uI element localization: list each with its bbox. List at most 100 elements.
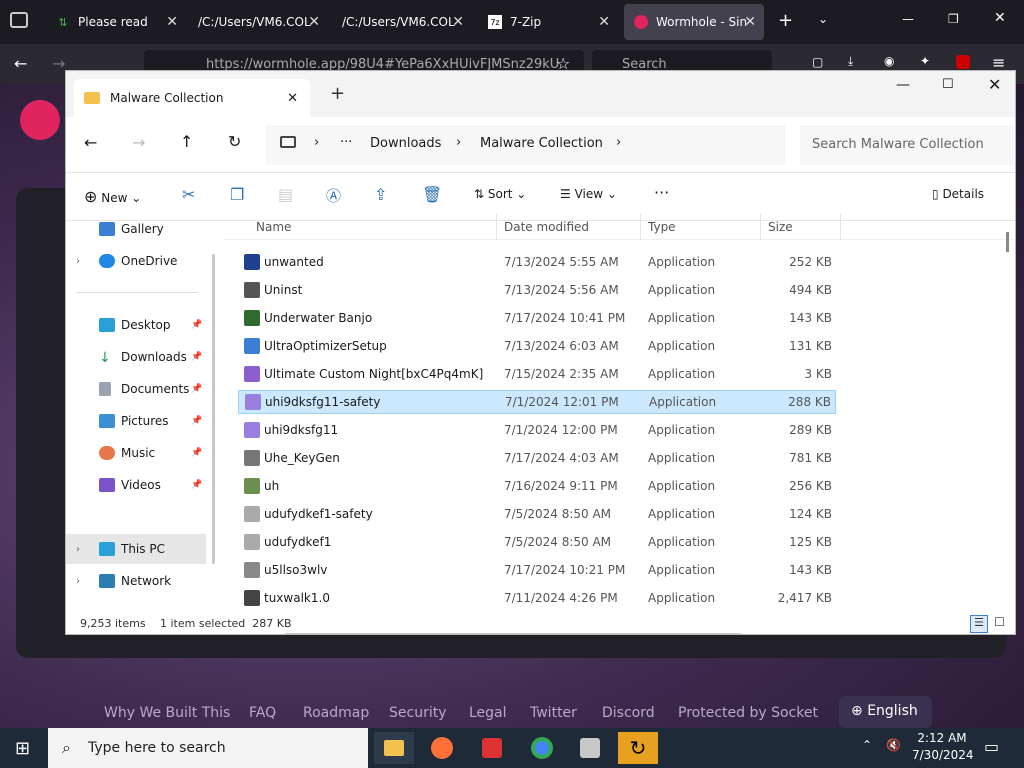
table-row[interactable]: Uninst 7/13/2024 5:56 AM Application 494 KB (238, 278, 836, 302)
minimize-icon[interactable]: — (896, 77, 910, 93)
close-tab-icon[interactable]: ✕ (744, 14, 756, 30)
paste-icon[interactable]: ▤ (278, 185, 293, 204)
table-row[interactable]: uh 7/16/2024 9:11 PM Application 256 KB (238, 474, 836, 498)
sidebar-item-downloads[interactable]: ↓ Downloads 📌 (66, 342, 206, 372)
link-security[interactable]: Security (389, 705, 447, 721)
ellipsis-icon[interactable]: ··· (340, 135, 352, 150)
up-icon[interactable]: ↑ (180, 132, 193, 151)
taskbar-app-3[interactable] (472, 732, 512, 764)
browser-tab-file-2[interactable]: /C:/Users/VM6.COL ✕ (332, 4, 472, 40)
link-twitter[interactable]: Twitter (530, 705, 577, 721)
table-row[interactable]: Ultimate Custom Night[bxC4Pq4mK] 7/15/202… (238, 362, 836, 386)
link-roadmap[interactable]: Roadmap (303, 705, 369, 721)
chevron-right-icon[interactable]: › (76, 576, 80, 587)
link-discord[interactable]: Discord (602, 705, 655, 721)
horizontal-scrollbar[interactable] (284, 633, 742, 634)
sidebar-item-pictures[interactable]: Pictures 📌 (66, 406, 206, 436)
taskbar-firefox[interactable] (422, 732, 462, 764)
column-date[interactable]: Date modified (504, 220, 589, 234)
volume-muted-icon[interactable]: 🔇 (886, 738, 901, 752)
close-window-icon[interactable]: ✕ (994, 10, 1006, 26)
back-icon[interactable]: ← (14, 54, 27, 73)
new-tab-icon[interactable]: + (330, 83, 345, 104)
close-tab-icon[interactable]: ✕ (166, 14, 178, 30)
sidebar-item-desktop[interactable]: Desktop 📌 (66, 310, 206, 340)
browser-tab-please-read[interactable]: ⇅ Please read ✕ (46, 4, 186, 40)
new-tab-icon[interactable]: + (778, 10, 793, 31)
table-row[interactable]: unwanted 7/13/2024 5:55 AM Application 252 … (238, 250, 836, 274)
table-row[interactable]: u5llso3wlv 7/17/2024 10:21 PM Application 1… (238, 558, 836, 582)
notification-icon[interactable]: ▭ (984, 737, 999, 756)
taskbar-app-6[interactable]: ↻ (618, 732, 658, 764)
browser-tab-file-1[interactable]: /C:/Users/VM6.COL ✕ (188, 4, 328, 40)
ublock-icon[interactable] (956, 55, 970, 69)
tray-chevron-icon[interactable]: ⌃ (862, 738, 872, 752)
tiles-view-icon[interactable]: ☐ (994, 615, 1005, 629)
taskbar-app-5[interactable] (570, 732, 610, 764)
close-icon[interactable]: ✕ (988, 75, 1001, 94)
link-why-we-built-this[interactable]: Why We Built This (104, 705, 230, 721)
chevron-right-icon[interactable]: › (76, 544, 80, 555)
clock[interactable]: 2:12 AM 7/30/2024 (912, 730, 974, 764)
close-tab-icon[interactable]: ✕ (308, 14, 320, 30)
sidebar-item-gallery[interactable]: Gallery (66, 214, 206, 244)
link-faq[interactable]: FAQ (249, 705, 276, 721)
pocket-icon[interactable]: ▢ (812, 55, 823, 69)
close-tab-icon[interactable]: ✕ (598, 14, 610, 30)
sidebar-item-network[interactable]: › Network (66, 566, 206, 596)
column-size[interactable]: Size (768, 220, 793, 234)
sidebar-item-documents[interactable]: Documents 📌 (66, 374, 206, 404)
table-row[interactable]: Uhe_KeyGen 7/17/2024 4:03 AM Application 78… (238, 446, 836, 470)
copy-icon[interactable]: ❐ (230, 185, 244, 204)
link-protected-by-socket[interactable]: Protected by Socket (678, 705, 818, 721)
language-button[interactable]: ⊕ English (839, 696, 932, 728)
browser-tab-7zip[interactable]: 7z 7-Zip ✕ (478, 4, 618, 40)
tab-overflow-icon[interactable]: ⌄ (818, 12, 828, 26)
table-row[interactable]: Underwater Banjo 7/17/2024 10:41 PM Applic… (238, 306, 836, 330)
search-input[interactable]: Search Malware Collection (800, 125, 1014, 165)
share-icon[interactable]: ⇪ (374, 185, 387, 204)
close-tab-icon[interactable]: ✕ (452, 14, 464, 30)
cut-icon[interactable]: ✂ (182, 185, 195, 204)
details-view-icon[interactable]: ☰ (970, 615, 988, 633)
rename-icon[interactable]: Ⓐ (326, 185, 341, 206)
link-legal[interactable]: Legal (469, 705, 507, 721)
downloads-icon[interactable]: ⤓ (848, 54, 853, 69)
table-row[interactable]: udufydkef1-safety 7/5/2024 8:50 AM Applica… (238, 502, 836, 526)
more-options-icon[interactable]: ··· (654, 183, 669, 202)
restore-window-icon[interactable]: ❐ (948, 12, 959, 26)
new-button[interactable]: ⊕ New ⌄ (84, 187, 141, 206)
maximize-icon[interactable]: ☐ (942, 77, 954, 92)
table-row[interactable]: uhi9dksfg11 7/1/2024 12:00 PM Application 2… (238, 418, 836, 442)
account-icon[interactable]: ◉ (884, 54, 894, 68)
details-button[interactable]: ▯ Details (932, 187, 984, 201)
explorer-tab[interactable]: Malware Collection ✕ (74, 79, 310, 117)
breadcrumb-malware-collection[interactable]: Malware Collection (480, 136, 603, 151)
tab-list-icon[interactable] (10, 12, 28, 28)
forward-icon[interactable]: → (52, 54, 65, 73)
extensions-icon[interactable]: ✦ (920, 54, 930, 68)
minimize-window-icon[interactable]: — (902, 12, 914, 26)
sidebar-scrollbar[interactable] (212, 254, 215, 564)
sidebar-item-this-pc[interactable]: › This PC (66, 534, 206, 564)
taskbar-search[interactable]: ⌕ Type here to search (48, 728, 368, 768)
table-row[interactable]: UltraOptimizerSetup 7/13/2024 6:03 AM Appl… (238, 334, 836, 358)
breadcrumb-downloads[interactable]: Downloads (370, 136, 441, 151)
sort-button[interactable]: ⇅ Sort ⌄ (474, 187, 526, 201)
sidebar-item-videos[interactable]: Videos 📌 (66, 470, 206, 500)
table-row[interactable]: udufydkef1 7/5/2024 8:50 AM Application 125… (238, 530, 836, 554)
chevron-right-icon[interactable]: › (76, 256, 80, 267)
refresh-icon[interactable]: ↻ (228, 132, 241, 151)
taskbar-chrome[interactable] (522, 732, 562, 764)
sidebar-item-onedrive[interactable]: › OneDrive (66, 246, 206, 276)
back-icon[interactable]: ← (84, 133, 97, 152)
close-tab-icon[interactable]: ✕ (287, 91, 298, 106)
forward-icon[interactable]: → (132, 133, 145, 152)
view-button[interactable]: ☰ View ⌄ (560, 187, 617, 201)
vertical-scrollbar[interactable] (1006, 232, 1009, 252)
browser-tab-wormhole[interactable]: Wormhole - Sin ✕ (624, 4, 764, 40)
sidebar-item-music[interactable]: Music 📌 (66, 438, 206, 468)
column-type[interactable]: Type (648, 220, 676, 234)
taskbar-explorer[interactable] (374, 732, 414, 764)
windows-start-icon[interactable]: ⊞ (15, 738, 30, 759)
